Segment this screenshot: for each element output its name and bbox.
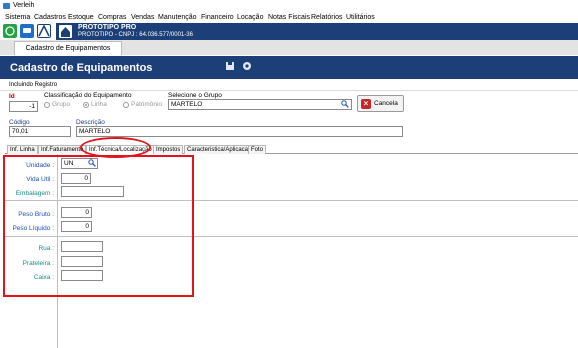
form-header: Cadastro de Equipamentos (0, 56, 578, 79)
radio-patrimonio-label: Patrimônio (131, 101, 163, 108)
save-icon[interactable] (224, 60, 236, 72)
menu-utilitarios[interactable]: Utilitários (346, 14, 375, 21)
status-text: Incluindo Registro (9, 82, 58, 88)
id-label: Id (9, 93, 15, 100)
grupo-field[interactable]: MARTELO (168, 99, 352, 110)
id-field[interactable]: -1 (9, 101, 38, 112)
whatsapp-icon[interactable] (3, 24, 17, 38)
menu-compras[interactable]: Compras (98, 14, 126, 21)
app-icon (3, 3, 10, 9)
radio-linha[interactable] (83, 102, 89, 108)
home-icon[interactable] (59, 25, 72, 38)
menu-cadastros[interactable]: Cadastros (34, 14, 66, 21)
codigo-label: Código (9, 119, 30, 126)
tab-inf-linha[interactable]: Inf. Linha (7, 145, 38, 154)
descricao-field[interactable]: MARTELO (76, 126, 403, 137)
brand-cnpj: PROTOTIPO - CNPJ : 64.036.577/0001-36 (78, 32, 193, 38)
menu-notas-fiscais[interactable]: Notas Fiscais (268, 14, 310, 21)
refresh-icon[interactable] (241, 60, 253, 72)
chat-icon[interactable] (20, 24, 34, 38)
brand-name: PROTOTIPO PRO (78, 24, 137, 31)
menu-bar: Sistema Cadastros Estoque Compras Vendas… (0, 12, 578, 23)
radio-grupo[interactable] (44, 102, 50, 108)
classificacao-label: Classificação do Equipamento (44, 92, 132, 99)
tab-foto[interactable]: Foto (248, 145, 267, 154)
menu-locacao[interactable]: Locação (237, 14, 263, 21)
menu-manutencao[interactable]: Manutenção (158, 14, 197, 21)
tab-caracteristica[interactable]: Caracteristica/Aplicacao (184, 145, 255, 154)
codigo-field[interactable]: 70,01 (9, 126, 71, 137)
grupo-label: Selecione o Grupo (168, 92, 222, 99)
menu-vendas[interactable]: Vendas (131, 14, 154, 21)
window-title: Verleih (13, 2, 35, 9)
highlight-box (3, 155, 194, 297)
search-icon[interactable] (341, 100, 349, 108)
radio-grupo-label: Grupo (52, 101, 71, 108)
page-title: Cadastro de Equipamentos (10, 62, 153, 74)
document-tab[interactable]: Cadastro de Equipamentos (14, 41, 122, 55)
cancel-button[interactable]: × Cancela (357, 95, 404, 112)
logo-icon[interactable] (37, 24, 51, 38)
radio-linha-label: Linha (91, 101, 107, 108)
brand-bar: PROTOTIPO PRO PROTOTIPO - CNPJ : 64.036.… (56, 23, 578, 40)
descricao-label: Descrição (76, 119, 105, 126)
divider (0, 90, 578, 91)
radio-patrimonio[interactable] (123, 102, 129, 108)
menu-estoque[interactable]: Estoque (68, 14, 94, 21)
menu-financeiro[interactable]: Financeiro (201, 14, 234, 21)
title-bar: Verleih (0, 0, 578, 12)
highlight-ellipse (80, 137, 151, 158)
menu-sistema[interactable]: Sistema (5, 14, 30, 21)
close-icon: × (361, 99, 371, 109)
menu-relatorios[interactable]: Relatórios (311, 14, 343, 21)
cancel-button-label: Cancela (374, 100, 398, 107)
tab-impostos[interactable]: Impostos (153, 145, 184, 154)
